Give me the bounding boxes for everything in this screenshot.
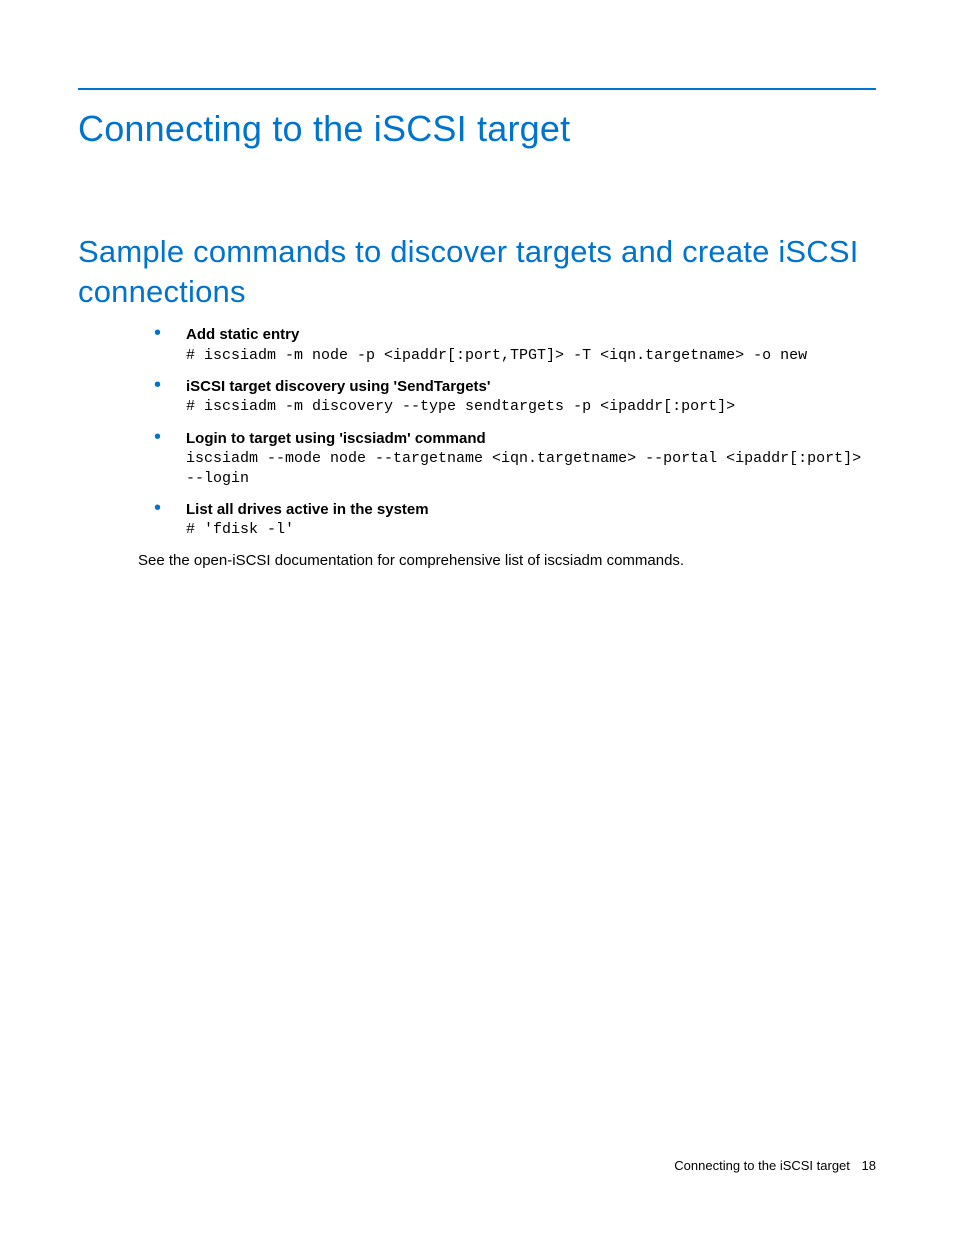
item-code: # iscsiadm -m node -p <ipaddr[:port,TPGT… bbox=[186, 346, 876, 366]
page-content: Connecting to the iSCSI target Sample co… bbox=[0, 0, 954, 569]
item-code: # iscsiadm -m discovery --type sendtarge… bbox=[186, 397, 876, 417]
item-title: iSCSI target discovery using 'SendTarget… bbox=[186, 377, 876, 397]
page-title: Connecting to the iSCSI target bbox=[78, 108, 876, 150]
command-list: Add static entry # iscsiadm -m node -p <… bbox=[150, 325, 876, 540]
list-item: List all drives active in the system # '… bbox=[150, 500, 876, 540]
section-title: Sample commands to discover targets and … bbox=[78, 232, 876, 311]
list-item: Add static entry # iscsiadm -m node -p <… bbox=[150, 325, 876, 365]
footer-text: Connecting to the iSCSI target bbox=[674, 1158, 850, 1173]
item-title: Login to target using 'iscsiadm' command bbox=[186, 429, 876, 449]
list-item: Login to target using 'iscsiadm' command… bbox=[150, 429, 876, 488]
item-code: iscsiadm --mode node --targetname <iqn.t… bbox=[186, 449, 876, 488]
footer-page-number: 18 bbox=[862, 1158, 876, 1173]
item-title: List all drives active in the system bbox=[186, 500, 876, 520]
item-title: Add static entry bbox=[186, 325, 876, 345]
list-item: iSCSI target discovery using 'SendTarget… bbox=[150, 377, 876, 417]
closing-text: See the open-iSCSI documentation for com… bbox=[138, 552, 876, 569]
item-code: # 'fdisk -l' bbox=[186, 520, 876, 540]
horizontal-rule bbox=[78, 88, 876, 90]
page-footer: Connecting to the iSCSI target 18 bbox=[674, 1158, 876, 1173]
